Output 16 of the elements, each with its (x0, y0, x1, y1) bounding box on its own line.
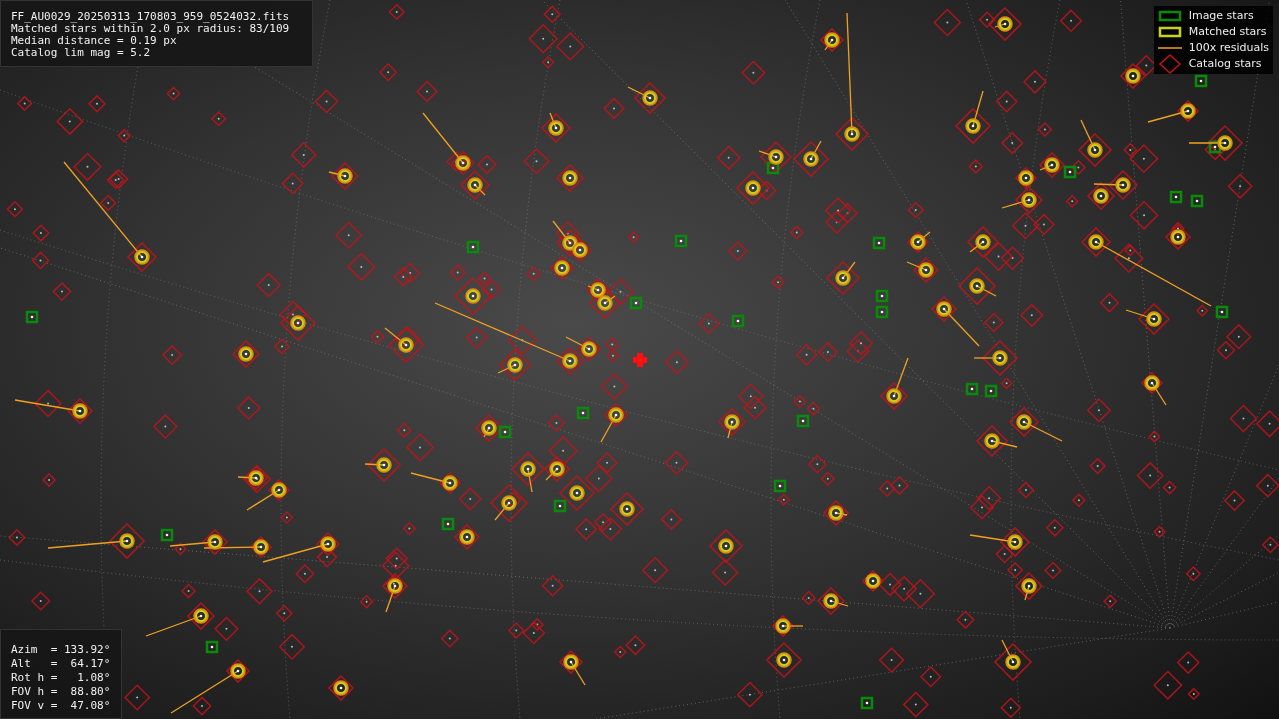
thick-square-outline-icon (1157, 26, 1182, 38)
info-text: Catalog lim mag = 5.2 (11, 47, 151, 59)
legend-label: 100x residuals (1188, 39, 1269, 56)
info-text: FOV h = 88.80° (11, 685, 111, 699)
info-text: Rot h = 1.08° (11, 671, 111, 685)
legend-label: Image stars (1188, 7, 1254, 24)
info-text: Azim = 133.92° (11, 643, 111, 657)
info-text: Median distance = 0.19 px (11, 35, 177, 47)
legend-label: Matched stars (1188, 23, 1267, 40)
legend-label: Catalog stars (1188, 55, 1262, 72)
info-text: Matched stars within 2.0 px radius: 83/109 (11, 23, 290, 35)
center-cross-icon (633, 353, 647, 367)
square-outline-icon (1157, 10, 1182, 22)
info-text: FOV v = 47.08° (11, 699, 111, 713)
info-text: Alt = 64.17° (11, 657, 111, 671)
info-text: FF_AU0029_20250313_170803_959_0524032.fits (11, 11, 290, 23)
